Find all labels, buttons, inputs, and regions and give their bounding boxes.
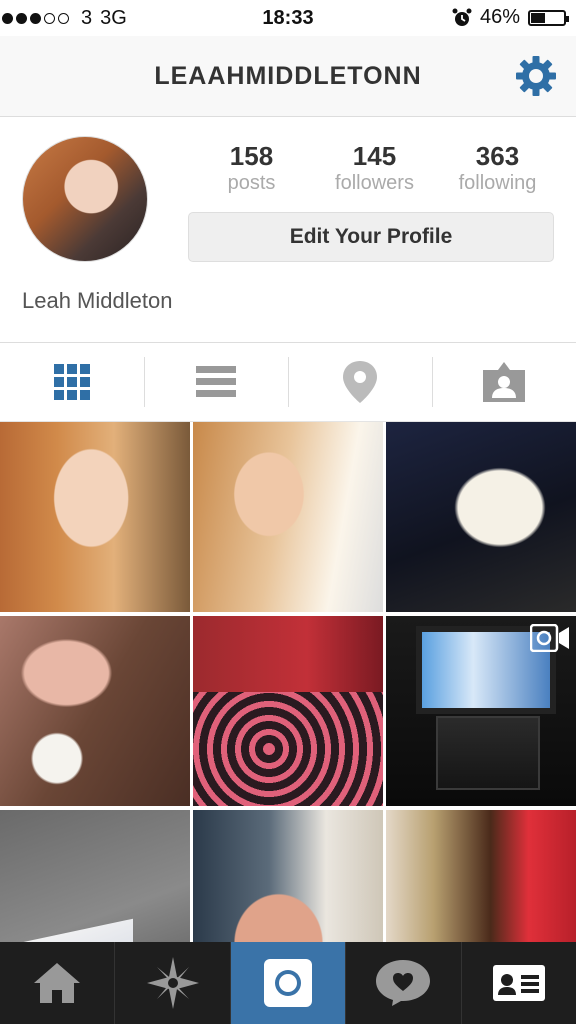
profile-icon bbox=[492, 965, 545, 1001]
stat-value: 158 bbox=[229, 141, 274, 171]
photo-tile[interactable] bbox=[386, 422, 576, 612]
home-icon bbox=[34, 963, 81, 1003]
avatar[interactable] bbox=[22, 136, 148, 262]
nav-news[interactable] bbox=[345, 942, 460, 1024]
photo-tile[interactable] bbox=[193, 422, 383, 612]
tab-grid[interactable] bbox=[0, 343, 144, 421]
stat-label: followers bbox=[335, 172, 414, 194]
photo-tile[interactable] bbox=[386, 616, 576, 806]
stat-following[interactable]: 363 following bbox=[436, 142, 559, 196]
battery-icon bbox=[528, 9, 569, 26]
list-icon bbox=[196, 366, 236, 397]
nav-profile[interactable] bbox=[460, 942, 576, 1024]
tagged-photos-icon bbox=[483, 362, 525, 402]
full-name: Leah Middleton bbox=[22, 288, 173, 313]
gear-icon[interactable] bbox=[514, 54, 558, 98]
nav-camera[interactable] bbox=[229, 942, 346, 1024]
grid-icon bbox=[54, 364, 90, 400]
stat-value: 145 bbox=[352, 141, 397, 171]
video-camera-icon bbox=[530, 624, 569, 652]
tab-list[interactable] bbox=[144, 343, 288, 421]
news-icon bbox=[376, 960, 431, 1006]
stat-label: following bbox=[458, 172, 537, 194]
tab-map[interactable] bbox=[288, 343, 432, 421]
explore-icon bbox=[146, 957, 199, 1009]
profile-header: LEAAHMIDDLETONN bbox=[0, 36, 576, 117]
profile-stats: 158 posts 145 followers 363 following bbox=[190, 142, 560, 196]
stat-posts[interactable]: 158 posts bbox=[190, 142, 313, 196]
status-bar: 3 3G 18:33 46% bbox=[0, 0, 576, 36]
photo-tile[interactable] bbox=[0, 422, 190, 612]
tab-tagged[interactable] bbox=[432, 343, 576, 421]
map-pin-icon bbox=[343, 361, 377, 403]
bottom-nav bbox=[0, 942, 576, 1024]
battery-percent: 46% bbox=[479, 6, 520, 28]
view-tabs bbox=[0, 342, 576, 422]
photo-grid bbox=[0, 422, 576, 1000]
nav-explore[interactable] bbox=[114, 942, 229, 1024]
username-title: LEAAHMIDDLETONN bbox=[154, 62, 422, 90]
alarm-clock-icon bbox=[452, 8, 472, 26]
camera-icon bbox=[264, 959, 313, 1007]
photo-tile[interactable] bbox=[193, 616, 383, 806]
stat-followers[interactable]: 145 followers bbox=[313, 142, 436, 196]
edit-profile-button[interactable]: Edit Your Profile bbox=[188, 212, 554, 262]
stat-label: posts bbox=[227, 172, 276, 194]
photo-tile[interactable] bbox=[0, 616, 190, 806]
nav-home[interactable] bbox=[0, 942, 114, 1024]
stat-value: 363 bbox=[475, 141, 520, 171]
